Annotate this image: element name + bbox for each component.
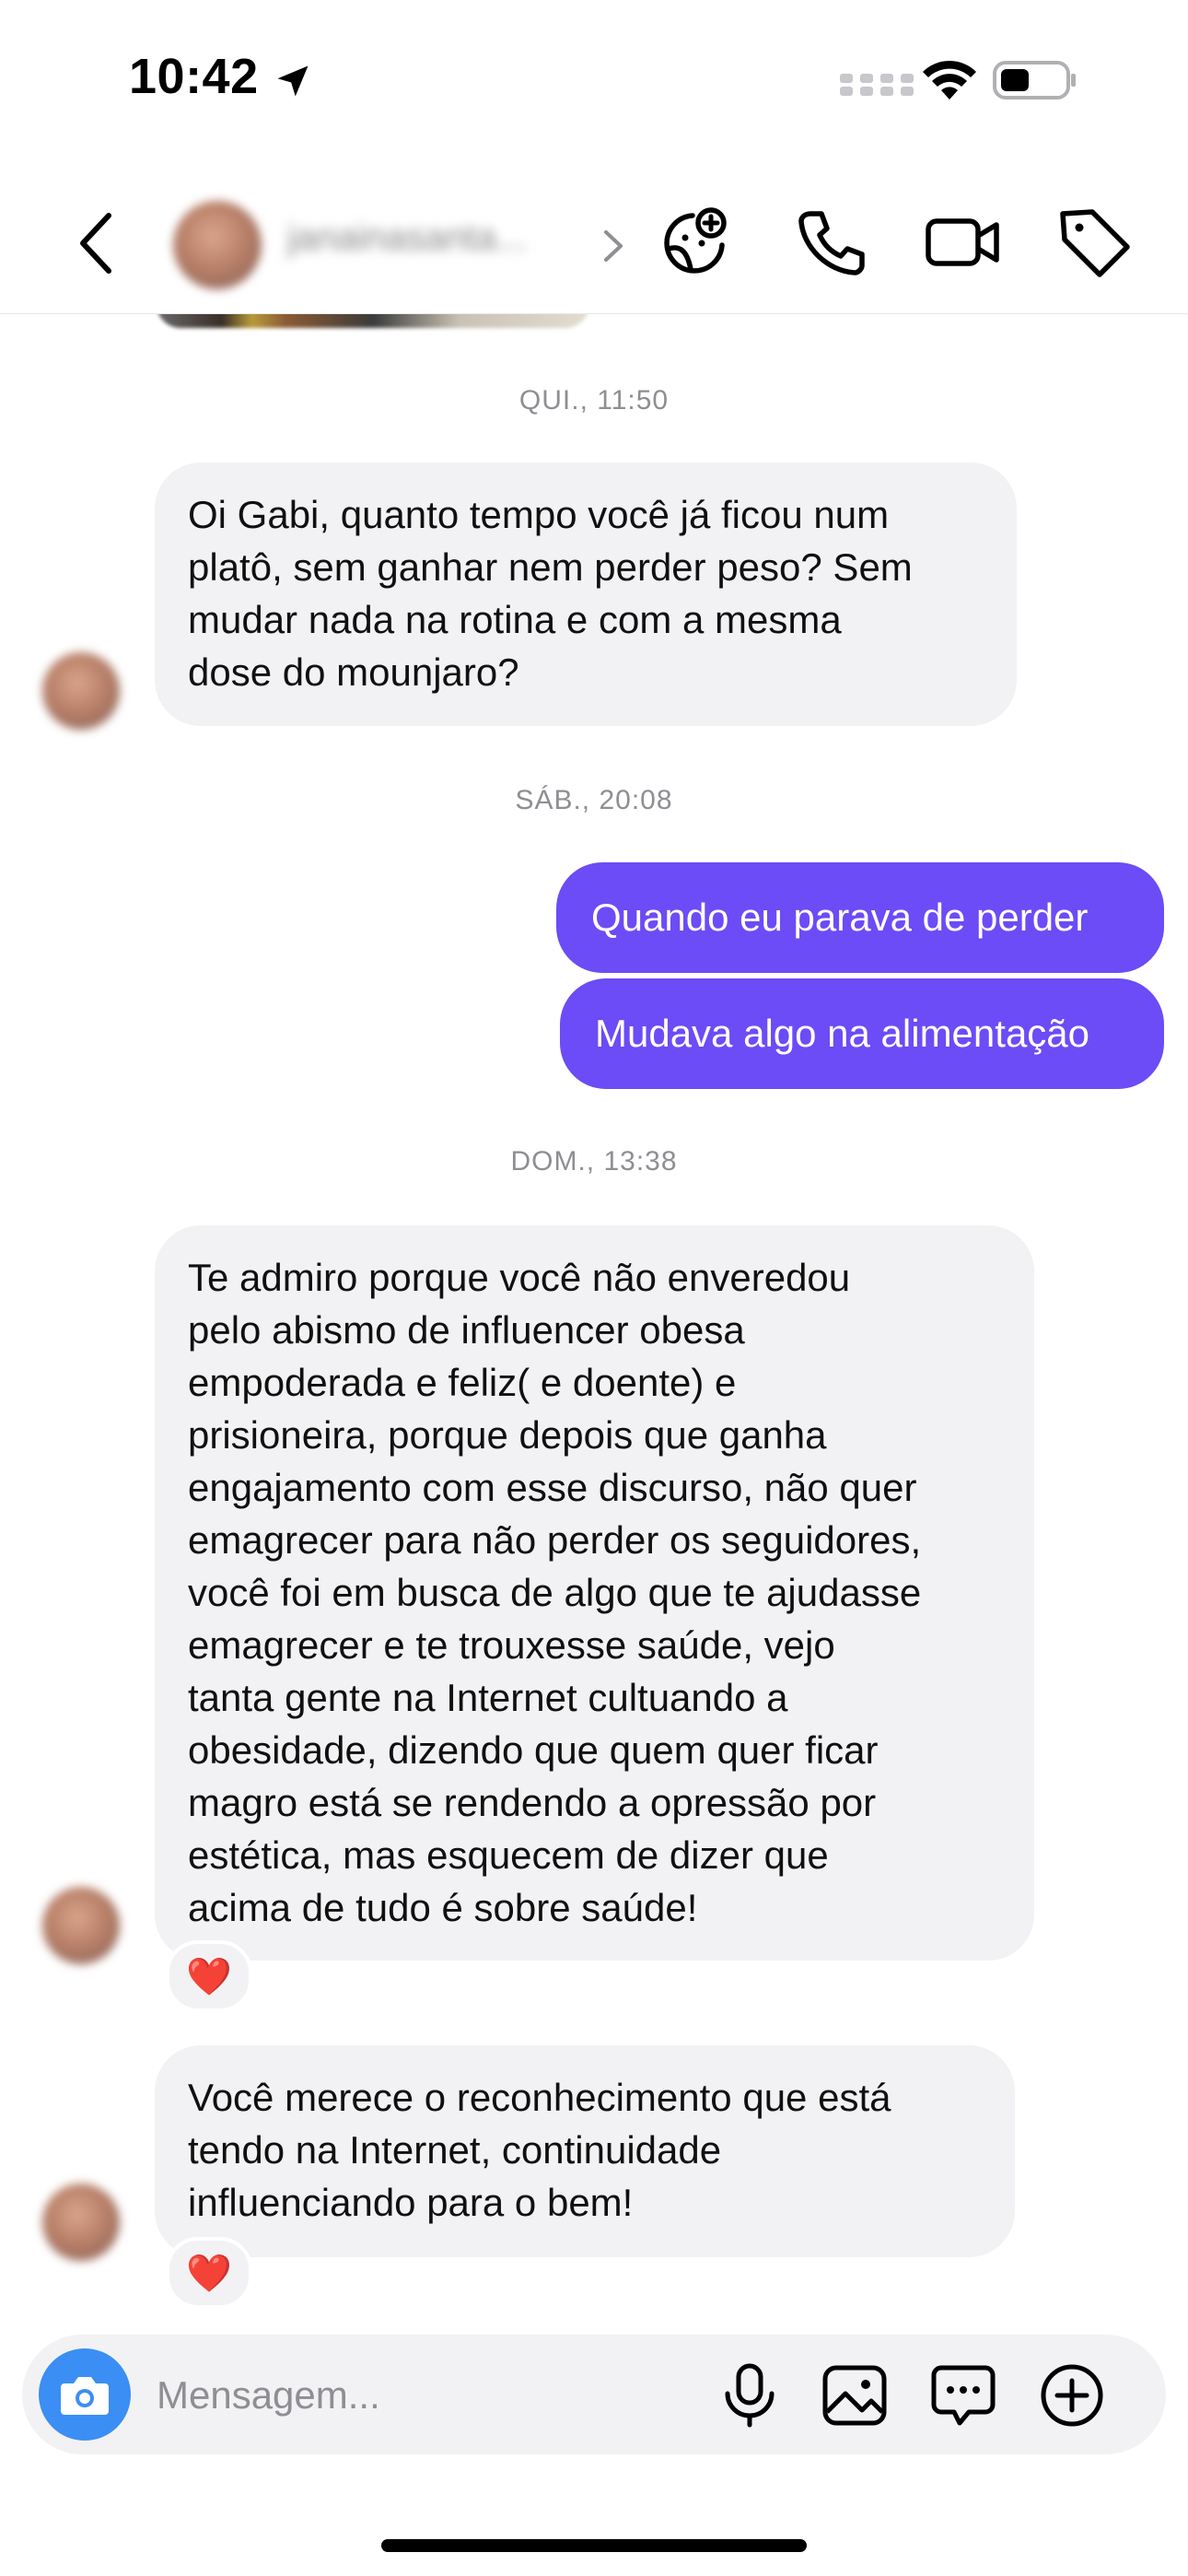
message-line: mudar nada na rotina e com a mesma [188,598,842,641]
tag-icon[interactable] [1055,203,1135,282]
message-line: dose do mounjaro? [188,650,519,694]
sent-message[interactable]: Mudava algo na alimentação [560,978,1164,1089]
contact-avatar[interactable] [173,201,262,289]
message-line: Você merece o reconhecimento que está [188,2076,891,2119]
message-line: obesidade, dizendo que quem quer ficar [188,1728,879,1772]
phone-icon[interactable] [790,203,869,282]
message-line: influenciando para o bem! [188,2181,634,2224]
chevron-right-icon[interactable] [600,225,626,267]
sticker-plus-icon[interactable] [656,203,735,282]
message-line: prisioneira, porque depois que ganha [188,1413,827,1457]
sent-message[interactable]: Quando eu parava de perder [556,862,1164,973]
sender-avatar[interactable] [42,2184,120,2261]
plus-icon[interactable] [1037,2360,1107,2430]
message-line: Oi Gabi, quanto tempo você já ficou num [188,493,890,536]
message-line: empoderada e feliz( e doente) e [188,1361,737,1404]
battery-icon [993,61,1076,100]
camera-icon [61,2377,109,2415]
location-arrow-icon [277,65,309,97]
home-indicator[interactable] [381,2539,807,2552]
message-line: emagrecer e te trouxesse saúde, vejo [188,1623,835,1667]
message-input[interactable] [155,2365,711,2426]
message-line: tendo na Internet, continuidade [188,2128,722,2172]
received-message[interactable]: Oi Gabi, quanto tempo você já ficou num … [155,463,1017,726]
message-line: você foi em busca de algo que te ajudass… [188,1571,922,1614]
message-line: pelo abismo de influencer obesa [188,1308,745,1352]
status-time: 10:42 [129,49,259,104]
message-line: acima de tudo é sobre saúde! [188,1886,698,1929]
cellular-signal-icon [840,74,914,96]
heart-reaction[interactable]: ❤️ [166,2237,252,2309]
sender-avatar[interactable] [42,1887,120,1964]
message-line: magro está se rendendo a opressão por [188,1781,877,1824]
message-line: tanta gente na Internet cultuando a [188,1676,788,1719]
received-message[interactable]: Você merece o reconhecimento que está te… [155,2045,1015,2257]
chat-bubble-icon[interactable] [928,2360,998,2430]
back-icon[interactable] [72,208,123,278]
contact-username[interactable]: janainasanta... [287,217,582,269]
sender-avatar[interactable] [42,652,120,730]
received-message[interactable]: Te admiro porque você não enveredou pelo… [155,1225,1034,1961]
timestamp: SÁB., 20:08 [515,785,673,815]
message-line: emagrecer para não perder os seguidores, [188,1518,922,1562]
message-composer [22,2335,1166,2454]
heart-reaction[interactable]: ❤️ [166,1940,252,2012]
message-line: platô, sem ganhar nem perder peso? Sem [188,545,913,589]
status-bar: 10:42 [0,0,1188,157]
message-line: engajamento com esse discurso, não quer [188,1466,917,1509]
message-line: estética, mas esquecem de dizer que [188,1833,829,1877]
timestamp: QUI., 11:50 [518,385,670,416]
microphone-icon[interactable] [715,2360,785,2430]
wifi-icon [923,60,976,100]
gallery-icon[interactable] [820,2360,890,2430]
camera-button[interactable] [39,2348,131,2441]
chat-header: janainasanta... [0,175,1188,314]
message-line: Te admiro porque você não enveredou [188,1256,851,1299]
timestamp: DOM., 13:38 [510,1146,678,1177]
video-camera-icon[interactable] [923,203,1002,282]
